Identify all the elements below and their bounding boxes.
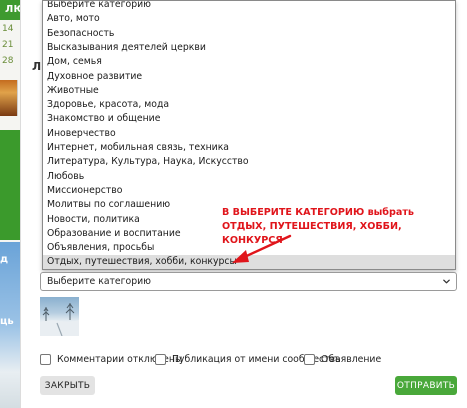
arrow-annotation-icon xyxy=(232,234,292,263)
